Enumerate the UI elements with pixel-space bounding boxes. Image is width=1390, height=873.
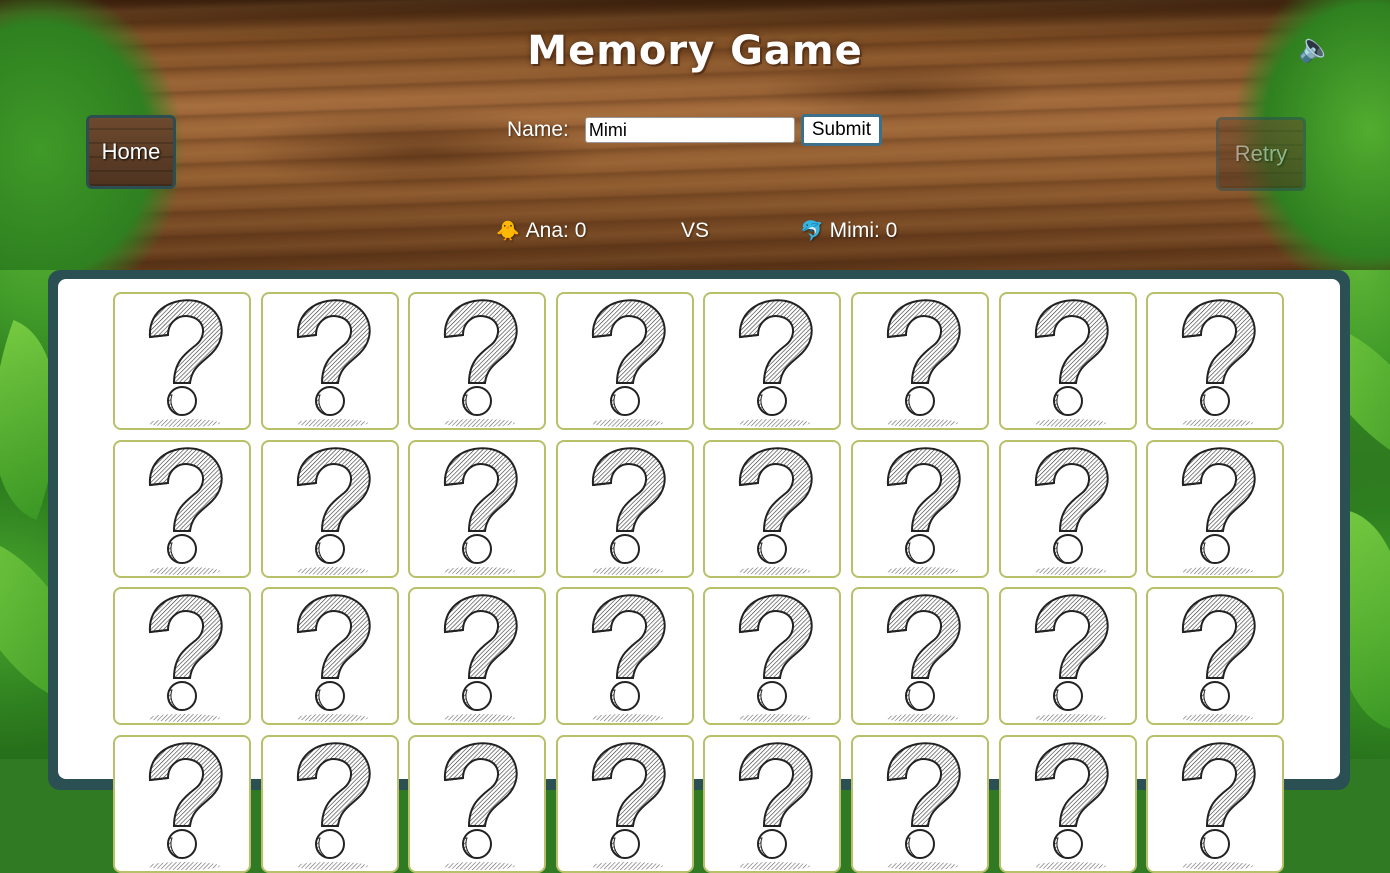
memory-card[interactable] xyxy=(408,734,547,873)
question-mark-icon xyxy=(1181,594,1256,723)
memory-card[interactable] xyxy=(260,587,399,726)
question-mark-icon xyxy=(738,594,814,723)
memory-card[interactable] xyxy=(260,734,399,873)
question-mark-icon xyxy=(1181,446,1256,575)
memory-card[interactable] xyxy=(850,734,989,873)
retry-button[interactable]: Retry xyxy=(1216,117,1306,191)
memory-card[interactable] xyxy=(1146,734,1285,873)
memory-card[interactable] xyxy=(1146,292,1285,430)
home-button[interactable]: Home xyxy=(86,115,176,189)
player2-score-text: Mimi: 0 xyxy=(829,219,898,242)
memory-card[interactable] xyxy=(555,292,694,430)
question-mark-icon xyxy=(1033,299,1109,427)
question-mark-icon xyxy=(443,742,518,870)
memory-card[interactable] xyxy=(998,439,1137,578)
question-mark-icon xyxy=(148,299,223,427)
submit-button[interactable]: Submit xyxy=(800,114,882,146)
player1-score: 🐥 Ana: 0 xyxy=(496,219,586,243)
question-mark-icon xyxy=(885,446,961,575)
question-mark-icon xyxy=(590,742,666,870)
memory-card[interactable] xyxy=(555,439,694,578)
page-title: Memory Game xyxy=(527,28,863,74)
memory-card[interactable] xyxy=(703,439,842,578)
dolphin-icon: 🐬 xyxy=(800,221,824,242)
question-mark-icon xyxy=(885,742,961,870)
question-mark-icon xyxy=(590,446,666,575)
memory-card[interactable] xyxy=(703,587,842,726)
question-mark-icon xyxy=(295,594,371,723)
memory-card[interactable] xyxy=(113,734,251,873)
memory-card[interactable] xyxy=(260,292,399,430)
question-mark-icon xyxy=(1033,446,1109,575)
question-mark-icon xyxy=(1033,594,1109,723)
memory-card[interactable] xyxy=(998,587,1137,726)
memory-card[interactable] xyxy=(703,734,842,873)
memory-card[interactable] xyxy=(850,587,989,726)
memory-card[interactable] xyxy=(850,439,989,578)
question-mark-icon xyxy=(295,742,371,870)
question-mark-icon xyxy=(295,446,371,575)
duck-icon: 🐥 xyxy=(496,221,520,242)
memory-card[interactable] xyxy=(408,587,547,726)
question-mark-icon xyxy=(148,446,223,575)
question-mark-icon xyxy=(738,446,814,575)
memory-card[interactable] xyxy=(113,292,251,430)
name-input[interactable] xyxy=(584,117,795,143)
question-mark-icon xyxy=(590,299,666,427)
memory-card[interactable] xyxy=(260,439,399,578)
memory-card[interactable] xyxy=(555,734,694,873)
memory-card[interactable] xyxy=(113,439,251,578)
question-mark-icon xyxy=(443,594,518,723)
question-mark-icon xyxy=(1033,742,1109,870)
vs-label: VS xyxy=(681,219,710,242)
memory-card[interactable] xyxy=(850,292,989,430)
memory-card[interactable] xyxy=(555,587,694,726)
memory-card[interactable] xyxy=(703,292,842,430)
memory-card[interactable] xyxy=(1146,587,1285,726)
name-label: Name: xyxy=(507,118,569,141)
memory-card[interactable] xyxy=(998,734,1137,873)
card-grid xyxy=(113,292,1293,873)
question-mark-icon xyxy=(443,446,518,575)
question-mark-icon xyxy=(148,742,223,870)
memory-card[interactable] xyxy=(1146,439,1285,578)
player2-score: 🐬 Mimi: 0 xyxy=(800,219,897,243)
memory-card[interactable] xyxy=(408,439,547,578)
question-mark-icon xyxy=(590,594,666,723)
question-mark-icon xyxy=(738,742,814,870)
memory-card[interactable] xyxy=(998,292,1137,430)
question-mark-icon xyxy=(1181,299,1256,427)
player1-score-text: Ana: 0 xyxy=(525,219,587,242)
question-mark-icon xyxy=(443,299,518,427)
speaker-icon[interactable]: 🔈 xyxy=(1298,32,1333,64)
question-mark-icon xyxy=(148,594,223,723)
name-form: Name: Submit xyxy=(507,114,882,146)
question-mark-icon xyxy=(885,299,961,427)
memory-card[interactable] xyxy=(408,292,547,430)
question-mark-icon xyxy=(1181,742,1256,870)
memory-card[interactable] xyxy=(113,587,251,726)
question-mark-icon xyxy=(738,299,814,427)
question-mark-icon xyxy=(295,299,371,427)
question-mark-icon xyxy=(885,594,961,723)
